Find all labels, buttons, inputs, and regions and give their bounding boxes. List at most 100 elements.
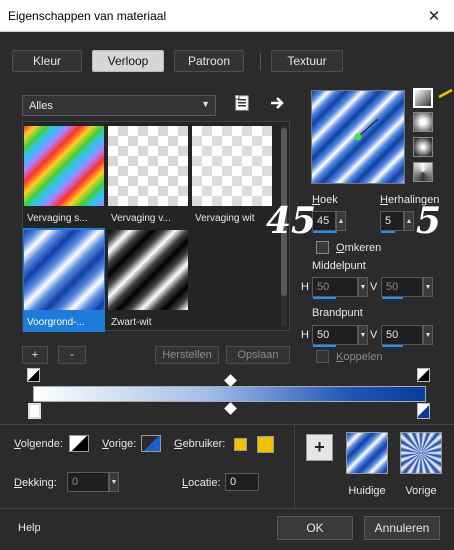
focal-label: Brandpunt xyxy=(312,307,363,319)
location-value: 0 xyxy=(230,476,237,488)
gallery-item[interactable]: Zwart-wit xyxy=(107,228,189,332)
gradient-thumbnail xyxy=(24,126,104,206)
tab-textuur[interactable]: Textuur xyxy=(271,50,343,72)
midpoint-h-label: H xyxy=(301,281,309,293)
focal-h-value: 50 xyxy=(317,329,330,341)
midpoint-h-input[interactable]: 50 xyxy=(312,277,358,299)
angle-slider[interactable] xyxy=(313,231,337,233)
midpoint-v-value: 50 xyxy=(386,281,399,293)
section-divider-vertical xyxy=(294,425,295,508)
repeats-input[interactable]: 5 xyxy=(380,211,404,233)
midpoint-v-label: V xyxy=(370,281,378,293)
previous-preview-label: Vorige xyxy=(405,485,437,497)
list-view-icon[interactable] xyxy=(234,94,250,112)
title-bar: Eigenschappen van materiaal ✕ xyxy=(0,0,454,32)
focal-h-label: H xyxy=(301,329,309,341)
color-stop-left[interactable] xyxy=(28,403,41,419)
ok-button[interactable]: OK xyxy=(277,516,353,540)
user-label: Gebruiker: xyxy=(174,438,226,450)
gallery-item-label: Zwart-wit xyxy=(111,317,152,328)
focal-h-slider[interactable] xyxy=(313,345,336,347)
prev-label: Vorige: xyxy=(102,438,137,450)
remove-button[interactable]: - xyxy=(58,346,86,364)
cancel-button[interactable]: Annuleren xyxy=(364,516,440,540)
repeats-slider[interactable] xyxy=(381,231,395,233)
prev-color-swatch[interactable] xyxy=(141,435,161,452)
angle-handle-icon xyxy=(354,118,379,141)
add-to-swatches-button[interactable]: + xyxy=(306,434,333,461)
focal-v-input[interactable]: 50 xyxy=(381,325,423,347)
rectangular-style-icon[interactable] xyxy=(413,112,433,132)
midpoint-v-input[interactable]: 50 xyxy=(381,277,423,299)
focal-v-label: V xyxy=(370,329,378,341)
gallery-item-label: Vervaging s... xyxy=(27,213,88,224)
midpoint-v-slider[interactable] xyxy=(382,297,403,299)
midpoint-v-spinner[interactable]: ▼ xyxy=(423,277,433,297)
repeats-overlay: 5 xyxy=(416,200,442,242)
focal-h-input[interactable]: 50 xyxy=(312,325,358,347)
link-label: Koppelen xyxy=(336,351,383,363)
gallery-item-label: Voorgrond-... xyxy=(27,317,85,328)
tab-patroon[interactable]: Patroon xyxy=(174,50,244,72)
user-color-swatch-small[interactable] xyxy=(234,438,247,451)
location-input[interactable]: 0 xyxy=(225,473,259,491)
close-icon[interactable]: ✕ xyxy=(414,0,454,31)
save-button[interactable]: Opslaan xyxy=(226,346,290,364)
link-checkbox[interactable] xyxy=(316,350,329,363)
help-link[interactable]: Help xyxy=(18,522,41,534)
midpoint-h-slider[interactable] xyxy=(313,297,336,299)
color-midpoint-marker[interactable] xyxy=(224,402,237,415)
opacity-midpoint-marker[interactable] xyxy=(224,374,237,387)
gradient-thumbnail xyxy=(108,230,188,310)
radial-style-icon[interactable] xyxy=(413,137,433,157)
sunburst-style-icon[interactable] xyxy=(413,162,433,182)
angle-overlay: 45 xyxy=(266,200,317,242)
repeats-value: 5 xyxy=(385,215,392,227)
gradient-gallery: Vervaging s... Vervaging v... Vervaging … xyxy=(22,121,290,332)
gallery-item[interactable]: Vervaging wit xyxy=(191,124,273,228)
focal-v-value: 50 xyxy=(386,329,399,341)
focal-v-slider[interactable] xyxy=(382,345,403,347)
category-dropdown[interactable]: Alles ▼ xyxy=(22,95,216,116)
opacity-spinner[interactable]: ▼ xyxy=(109,472,119,492)
gallery-item-label: Vervaging v... xyxy=(111,213,171,224)
opacity-stop-right[interactable] xyxy=(417,368,430,382)
gallery-item[interactable]: Vervaging v... xyxy=(107,124,189,228)
midpoint-h-spinner[interactable]: ▼ xyxy=(358,277,368,297)
tab-kleur[interactable]: Kleur xyxy=(12,50,82,72)
opacity-input[interactable]: 0 xyxy=(67,472,109,492)
angle-value: 45 xyxy=(317,215,330,227)
focal-v-spinner[interactable]: ▼ xyxy=(423,325,433,345)
opacity-stop-left[interactable] xyxy=(27,368,40,382)
tab-verloop[interactable]: Verloop xyxy=(92,50,164,72)
gallery-item-selected[interactable]: Voorgrond-... xyxy=(23,228,105,332)
repeats-spinner[interactable]: ▲ xyxy=(404,211,414,231)
add-button[interactable]: + xyxy=(22,346,48,364)
gradient-thumbnail xyxy=(108,126,188,206)
current-preview-label: Huidige xyxy=(348,485,386,497)
gallery-item-label: Vervaging wit xyxy=(195,213,255,224)
invert-checkbox[interactable] xyxy=(316,241,329,254)
midpoint-h-value: 50 xyxy=(317,281,330,293)
gradient-thumbnail xyxy=(192,126,272,206)
window-title: Eigenschappen van materiaal xyxy=(8,9,167,23)
restore-button[interactable]: Herstellen xyxy=(155,346,219,364)
gallery-item[interactable]: Vervaging s... xyxy=(23,124,105,228)
arrow-right-icon[interactable] xyxy=(268,94,288,112)
invert-label: Omkeren xyxy=(336,242,382,254)
chevron-down-icon: ▼ xyxy=(201,99,210,109)
footer-divider xyxy=(0,508,454,509)
color-stop-right[interactable] xyxy=(417,403,430,419)
next-color-swatch[interactable] xyxy=(69,435,89,452)
linear-style-icon[interactable] xyxy=(413,88,433,108)
focal-h-spinner[interactable]: ▼ xyxy=(358,325,368,345)
user-color-swatch[interactable] xyxy=(257,436,274,453)
gradient-thumbnail xyxy=(24,230,104,310)
category-value: Alles xyxy=(29,99,53,112)
previous-preview[interactable] xyxy=(400,432,442,474)
gradient-preview[interactable] xyxy=(311,90,405,184)
angle-spinner[interactable]: ▲ xyxy=(336,211,346,231)
current-preview xyxy=(346,432,388,474)
gradient-bar[interactable] xyxy=(33,386,426,402)
arrow-cursor-icon xyxy=(437,86,454,100)
